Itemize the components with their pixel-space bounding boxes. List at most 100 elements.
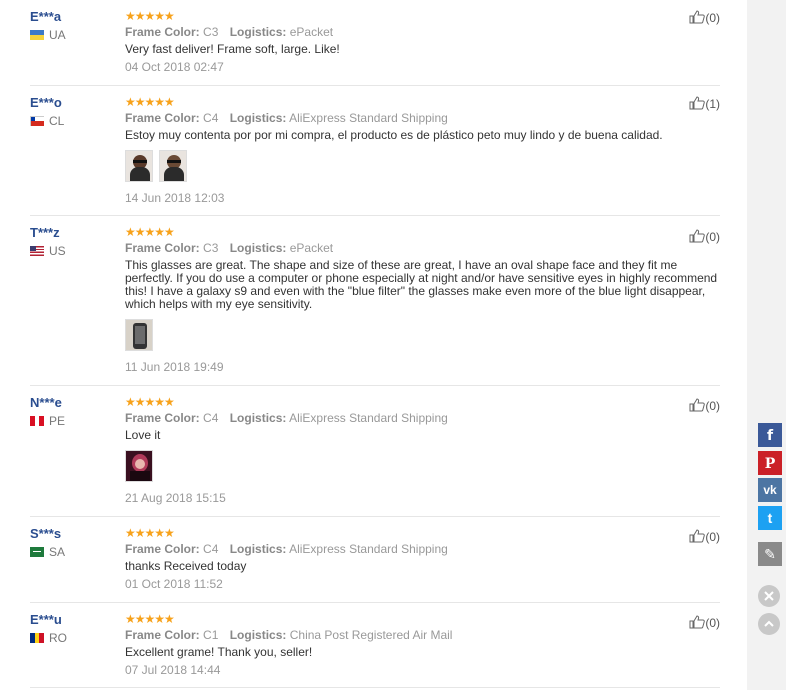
helpful-button[interactable]: (1) xyxy=(689,96,720,111)
reviewer-name[interactable]: E***a xyxy=(30,10,120,24)
frame-color-label: Frame Color: xyxy=(125,628,200,642)
review-body: ★★★★★ Frame Color: C4 Logistics: AliExpr… xyxy=(125,517,705,592)
helpful-count: (0) xyxy=(705,616,720,630)
review-text: This glasses are great. The shape and si… xyxy=(125,258,718,311)
facebook-share-button[interactable]: f xyxy=(758,423,782,447)
pinterest-icon: P xyxy=(764,456,776,472)
logistics-value: AliExpress Standard Shipping xyxy=(289,111,448,125)
review-body: ★★★★★ Frame Color: C3 Logistics: ePacket… xyxy=(125,216,717,374)
country-code: US xyxy=(49,244,66,258)
order-attributes: Frame Color: C4 Logistics: AliExpress St… xyxy=(125,411,705,425)
helpful-button[interactable]: (0) xyxy=(689,229,720,244)
thumbs-up-icon xyxy=(689,398,706,412)
thumbs-up-icon xyxy=(689,96,706,110)
helpful-button[interactable]: (0) xyxy=(689,529,720,544)
review-date: 01 Oct 2018 11:52 xyxy=(125,577,223,591)
thumbs-up-icon xyxy=(689,10,706,24)
reviewer-country: SA xyxy=(30,545,120,559)
reviewer-info: E***o CL xyxy=(30,86,120,128)
frame-color-label: Frame Color: xyxy=(125,542,200,556)
review-body: ★★★★★ Frame Color: C4 Logistics: AliExpr… xyxy=(125,386,705,505)
country-code: UA xyxy=(49,28,66,42)
review-text: Love it xyxy=(125,428,161,442)
review-photo-thumbnail[interactable] xyxy=(125,150,153,182)
helpful-button[interactable]: (0) xyxy=(689,10,720,25)
reviewer-name[interactable]: E***u xyxy=(30,613,120,627)
reviewer-name[interactable]: E***o xyxy=(30,96,120,110)
reviews-panel: E***a UA ★★★★★ Frame Color: C3 Logistics… xyxy=(0,0,747,690)
frame-color-label: Frame Color: xyxy=(125,411,200,425)
frame-color-value: C1 xyxy=(203,628,219,642)
helpful-button[interactable]: (0) xyxy=(689,398,720,413)
star-rating: ★★★★★ xyxy=(125,95,175,109)
helpful-count: (0) xyxy=(705,11,720,25)
review-text: thanks Received today xyxy=(125,559,247,573)
close-icon xyxy=(764,591,774,601)
reviewer-country: RO xyxy=(30,631,120,645)
thumbs-up-icon xyxy=(689,229,706,243)
review-date: 14 Jun 2018 12:03 xyxy=(125,191,225,205)
twitter-icon: t xyxy=(767,510,773,526)
review-item: E***o CL ★★★★★ Frame Color: C4 Logistics… xyxy=(30,86,720,216)
reviewer-name[interactable]: T***z xyxy=(30,226,120,240)
country-code: SA xyxy=(49,545,66,559)
vk-share-button[interactable]: vk xyxy=(758,478,782,502)
frame-color-value: C4 xyxy=(203,111,219,125)
close-sidebar-button[interactable] xyxy=(758,585,780,607)
flag-us-icon xyxy=(30,246,44,256)
frame-color-value: C3 xyxy=(203,241,219,255)
order-attributes: Frame Color: C1 Logistics: China Post Re… xyxy=(125,628,705,642)
star-rating: ★★★★★ xyxy=(125,225,175,239)
review-item: E***u RO ★★★★★ Frame Color: C1 Logistics… xyxy=(30,603,720,688)
review-text: Estoy muy contenta por por mi compra, el… xyxy=(125,128,663,142)
logistics-label: Logistics: xyxy=(229,241,287,255)
star-rating: ★★★★★ xyxy=(125,9,175,23)
reviewer-info: E***a UA xyxy=(30,0,120,42)
reviewer-info: S***s SA xyxy=(30,517,120,559)
helpful-button[interactable]: (0) xyxy=(689,615,720,630)
star-rating: ★★★★★ xyxy=(125,612,175,626)
review-photo-thumbnail[interactable] xyxy=(125,450,153,482)
review-item: S***s SA ★★★★★ Frame Color: C4 Logistics… xyxy=(30,517,720,603)
frame-color-label: Frame Color: xyxy=(125,25,200,39)
facebook-icon: f xyxy=(766,428,774,444)
review-body: ★★★★★ Frame Color: C4 Logistics: AliExpr… xyxy=(125,86,705,205)
logistics-label: Logistics: xyxy=(229,111,287,125)
twitter-share-button[interactable]: t xyxy=(758,506,782,530)
review-date: 04 Oct 2018 02:47 xyxy=(125,60,224,74)
review-photos xyxy=(125,150,705,182)
frame-color-value: C3 xyxy=(203,25,219,39)
frame-color-value: C4 xyxy=(203,542,219,556)
review-photos xyxy=(125,450,705,482)
review-date: 21 Aug 2018 15:15 xyxy=(125,491,226,505)
reviewer-name[interactable]: N***e xyxy=(30,396,120,410)
edit-button[interactable]: ✎ xyxy=(758,542,782,566)
reviewer-country: PE xyxy=(30,414,120,428)
order-attributes: Frame Color: C4 Logistics: AliExpress St… xyxy=(125,542,705,556)
flag-sa-icon xyxy=(30,547,44,557)
scroll-top-button[interactable] xyxy=(758,613,780,635)
helpful-count: (0) xyxy=(705,230,720,244)
flag-ua-icon xyxy=(30,30,44,40)
logistics-value: AliExpress Standard Shipping xyxy=(289,542,448,556)
frame-color-label: Frame Color: xyxy=(125,241,200,255)
reviewer-name[interactable]: S***s xyxy=(30,527,120,541)
review-item: E***a UA ★★★★★ Frame Color: C3 Logistics… xyxy=(30,0,720,86)
pinterest-share-button[interactable]: P xyxy=(758,451,782,475)
review-body: ★★★★★ Frame Color: C1 Logistics: China P… xyxy=(125,603,705,678)
reviewer-country: CL xyxy=(30,114,120,128)
review-date: 11 Jun 2018 19:49 xyxy=(125,360,224,374)
helpful-count: (0) xyxy=(705,530,720,544)
review-photo-thumbnail[interactable] xyxy=(159,150,187,182)
star-rating: ★★★★★ xyxy=(125,395,175,409)
logistics-label: Logistics: xyxy=(229,542,287,556)
reviewer-info: E***u RO xyxy=(30,603,120,645)
edit-icon: ✎ xyxy=(764,547,776,563)
reviewer-info: N***e PE xyxy=(30,386,120,428)
frame-color-value: C4 xyxy=(203,411,219,425)
review-photo-thumbnail[interactable] xyxy=(125,319,153,351)
order-attributes: Frame Color: C4 Logistics: AliExpress St… xyxy=(125,111,705,125)
thumbs-up-icon xyxy=(689,615,706,629)
review-item: N***e PE ★★★★★ Frame Color: C4 Logistics… xyxy=(30,386,720,517)
helpful-count: (0) xyxy=(705,399,720,413)
